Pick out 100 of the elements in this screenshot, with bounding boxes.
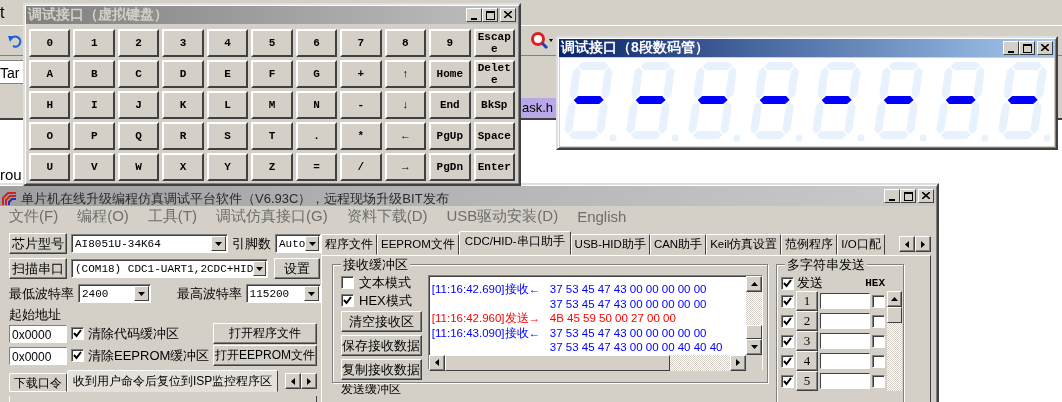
keyboard-key[interactable]: D [162, 60, 204, 88]
keyboard-key[interactable]: PgUp [429, 122, 471, 150]
button[interactable]: 复制接收数据 [341, 359, 422, 380]
keyboard-key[interactable]: + [340, 60, 382, 88]
keyboard-key[interactable]: B [73, 60, 115, 88]
open-file-button[interactable]: 打开程序文件 [213, 323, 317, 344]
menu-item[interactable]: t [0, 3, 5, 22]
checkbox[interactable] [781, 314, 794, 328]
address-field[interactable]: 0x0000 [9, 324, 67, 343]
keyboard-key[interactable]: C [117, 60, 160, 88]
keyboard-key[interactable]: Escape [473, 29, 515, 57]
keyboard-key[interactable]: 5 [251, 29, 293, 57]
checkbox[interactable] [781, 334, 794, 348]
keyboard-key[interactable]: Z [251, 153, 293, 181]
checkbox[interactable] [781, 276, 794, 290]
keyboard-key[interactable]: * [340, 122, 382, 150]
checkbox[interactable] [71, 349, 84, 362]
checkbox[interactable] [872, 374, 885, 388]
keyboard-key[interactable]: Home [429, 60, 471, 88]
text-field[interactable] [820, 293, 870, 309]
scrollbar-thumb[interactable] [444, 354, 670, 371]
scroll-up-button[interactable] [746, 276, 762, 292]
keyboard-key[interactable]: 9 [429, 29, 471, 57]
keyboard-key[interactable]: O [29, 122, 71, 150]
keyboard-key[interactable]: P [73, 122, 115, 150]
scroll-left-button[interactable] [428, 354, 445, 371]
keyboard-key[interactable]: ↑ [384, 60, 427, 88]
keyboard-key[interactable]: Y [206, 153, 249, 181]
maximize-button[interactable] [1019, 41, 1035, 55]
keyboard-key[interactable]: U [29, 153, 71, 181]
keyboard-key[interactable]: → [384, 153, 427, 181]
tab[interactable]: CDC/HID-串口助手 [458, 231, 571, 255]
vertical-scrollbar[interactable] [887, 291, 902, 391]
scroll-right-button[interactable] [730, 354, 746, 371]
checkbox[interactable] [781, 294, 794, 308]
keyboard-key[interactable]: J [117, 91, 160, 119]
send-button[interactable]: 3 [796, 331, 818, 351]
keyboard-key[interactable]: Delete [473, 60, 515, 88]
text-field[interactable] [820, 353, 870, 369]
send-button[interactable]: 2 [796, 311, 818, 331]
open-file-button[interactable]: 打开EEPROM文件 [213, 345, 317, 366]
vertical-scrollbar[interactable] [746, 276, 762, 355]
receive-log[interactable]: [11:16:42.690]接收← 37 53 45 47 43 00 00 00 00 00 37 53 45 47 43 00 00 00 00 00 [11:16:42.960]发送→ 4B 45 59 50 00 27 00 00 [11:16:43.090]接收← 37 53 45 47 43 00 00 00 00 00 37 53 45 47 43 00 00 00 40 40 40 [427, 275, 763, 370]
keyboard-key[interactable]: 1 [73, 29, 115, 57]
tab[interactable]: 程序文件 [321, 234, 377, 255]
dropdown[interactable]: (COM18) CDC1-UART1,2CDC+HID [71, 259, 268, 278]
checkbox[interactable] [872, 354, 885, 368]
keyboard-key[interactable]: Space [473, 122, 515, 150]
tab[interactable]: 下载口令 [9, 373, 67, 392]
keyboard-key[interactable]: E [206, 60, 249, 88]
keyboard-key[interactable]: PgDn [429, 153, 471, 181]
send-button[interactable]: 1 [796, 291, 818, 311]
settings-button[interactable]: 设置 [274, 258, 320, 279]
send-button[interactable]: 4 [796, 351, 818, 371]
keyboard-key[interactable]: = [295, 153, 338, 181]
scroll-left-button[interactable] [285, 373, 301, 389]
checkbox[interactable] [872, 314, 885, 328]
scroll-up-button[interactable] [887, 291, 902, 307]
keyboard-key[interactable]: K [162, 91, 204, 119]
text-field[interactable] [820, 333, 870, 349]
checkbox[interactable] [872, 334, 885, 348]
keyboard-key[interactable]: End [429, 91, 471, 119]
keyboard-key[interactable]: Q [117, 122, 160, 150]
keyboard-key[interactable]: BkSp [473, 91, 515, 119]
scroll-left-button[interactable] [899, 236, 915, 252]
keyboard-key[interactable]: R [162, 122, 204, 150]
tab[interactable]: USB-HID助手 [570, 234, 650, 255]
checkbox[interactable] [872, 294, 885, 308]
keyboard-key[interactable]: 2 [117, 29, 160, 57]
horizontal-scrollbar[interactable] [428, 354, 746, 371]
keyboard-key[interactable]: Enter [473, 153, 515, 181]
send-button[interactable]: 5 [796, 371, 818, 391]
tab[interactable]: 范例程序 [781, 234, 838, 255]
keyboard-key[interactable]: - [340, 91, 382, 119]
keyboard-key[interactable]: 7 [340, 29, 382, 57]
keyboard-key[interactable]: 4 [206, 29, 249, 57]
checkbox[interactable] [781, 374, 794, 388]
button[interactable]: 保存接收数据 [341, 335, 422, 356]
keyboard-key[interactable]: ← [384, 122, 427, 150]
tab[interactable]: Keil仿真设置 [706, 234, 782, 255]
tab[interactable]: EEPROM文件 [377, 234, 459, 255]
keyboard-key[interactable]: 3 [162, 29, 204, 57]
keyboard-key[interactable]: X [162, 153, 204, 181]
dropdown[interactable]: 2400 [78, 284, 151, 303]
dropdown[interactable]: Auto [275, 234, 321, 253]
keyboard-key[interactable]: A [29, 60, 71, 88]
keyboard-key[interactable]: H [29, 91, 71, 119]
checkbox[interactable] [71, 327, 84, 340]
text-field[interactable] [820, 313, 870, 329]
scrollbar-thumb[interactable] [887, 307, 902, 323]
dropdown[interactable]: 115200 [245, 284, 321, 303]
tab[interactable]: 收到用户命令后复位到ISP监控程序区 [67, 370, 279, 392]
tab[interactable]: CAN助手 [649, 234, 707, 255]
address-field[interactable]: 0x0000 [9, 346, 67, 365]
address-field[interactable]: Tar [0, 60, 23, 84]
checkbox[interactable] [341, 276, 354, 289]
keyboard-key[interactable]: M [251, 91, 293, 119]
keyboard-key[interactable]: S [206, 122, 249, 150]
keyboard-key[interactable]: N [295, 91, 338, 119]
keyboard-key[interactable]: / [340, 153, 382, 181]
